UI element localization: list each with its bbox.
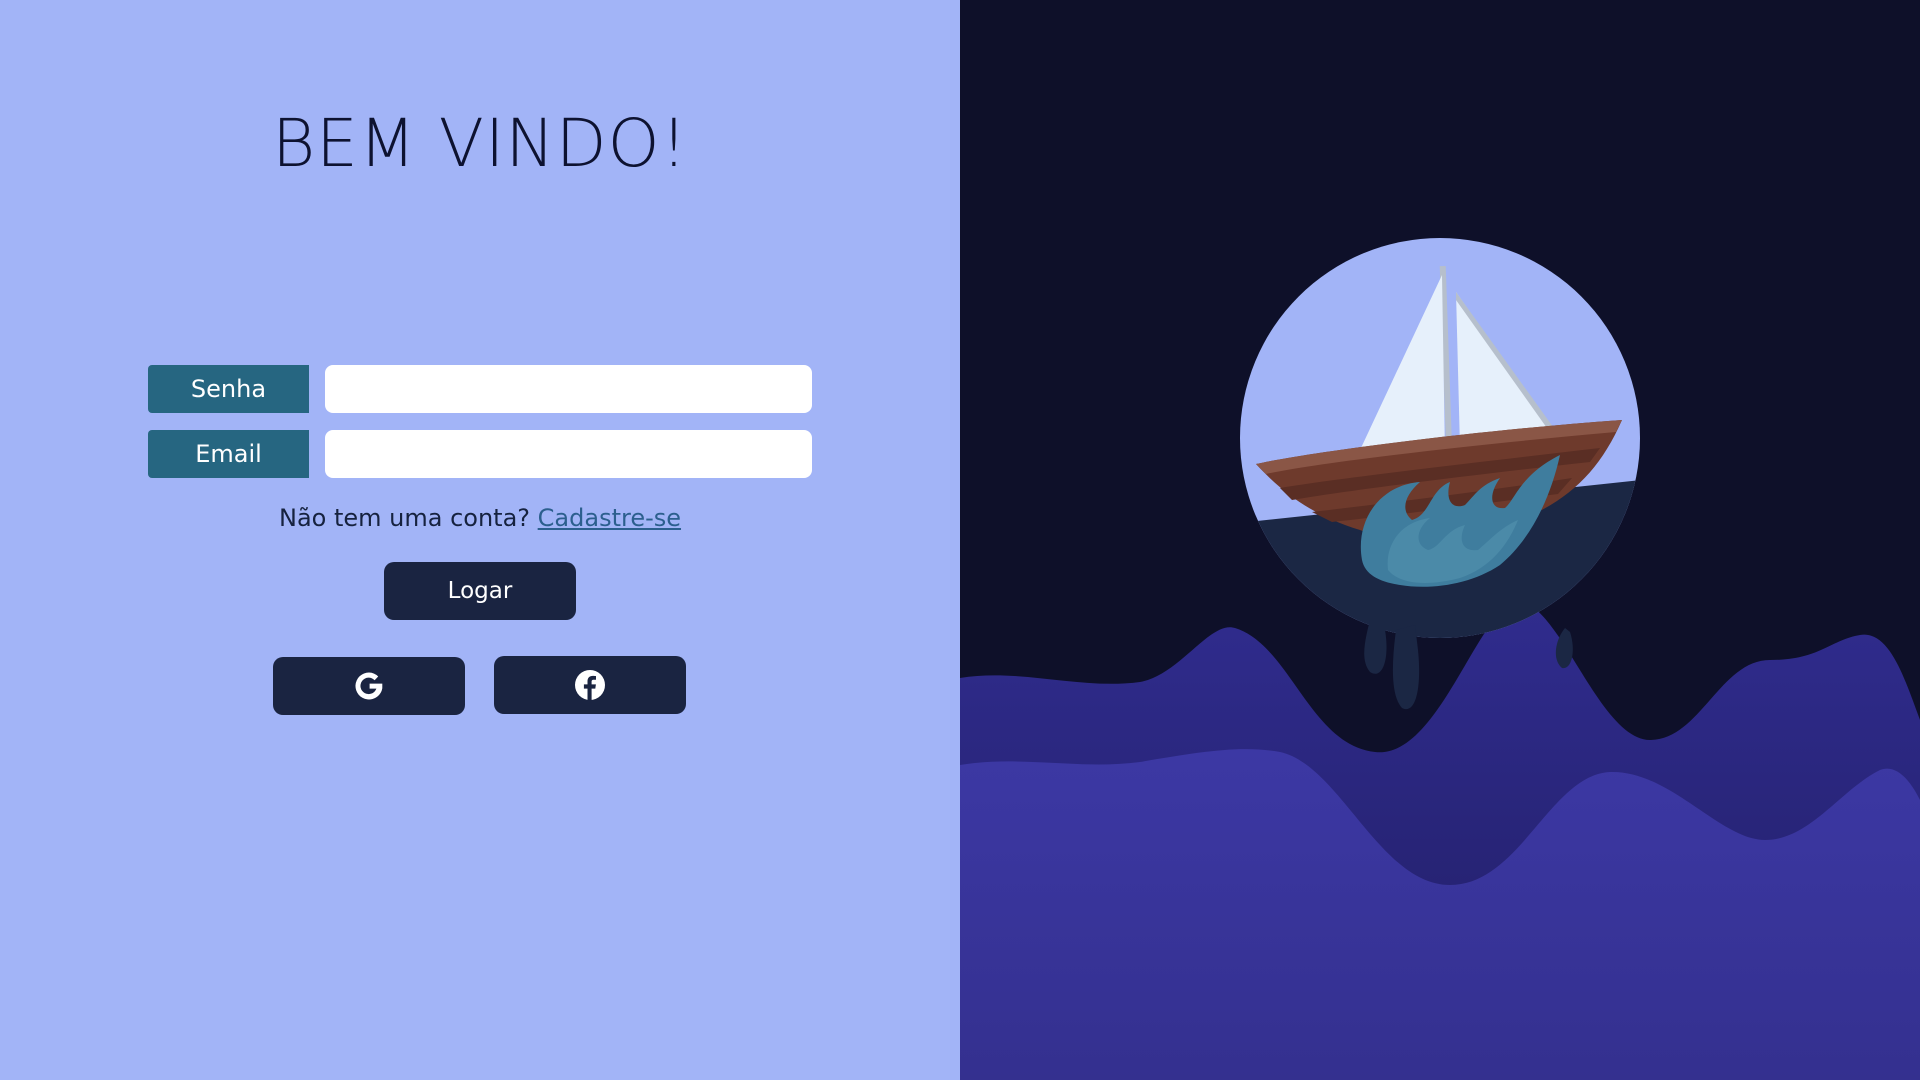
password-field[interactable] [325,365,812,413]
sailboat-illustration [960,0,1920,1080]
password-row: Senha [148,365,812,413]
facebook-login-button[interactable] [494,656,686,714]
login-panel: BEM VINDO! Senha Email Não tem uma conta… [0,0,960,1080]
facebook-icon [575,670,605,700]
signup-prompt: Não tem uma conta? [278,504,531,532]
page-title: BEM VINDO! [271,105,689,182]
google-icon [355,672,383,700]
signup-line: Não tem uma conta? Cadastre-se [0,504,960,532]
email-field[interactable] [325,430,812,478]
signup-link[interactable]: Cadastre-se [538,504,681,532]
email-label: Email [148,430,309,478]
email-row: Email [148,430,812,478]
google-login-button[interactable] [273,657,465,715]
drip-center [1392,625,1420,710]
password-label: Senha [148,365,309,413]
illustration-panel [960,0,1920,1080]
login-button[interactable]: Logar [384,562,576,620]
login-page: BEM VINDO! Senha Email Não tem uma conta… [0,0,1920,1080]
